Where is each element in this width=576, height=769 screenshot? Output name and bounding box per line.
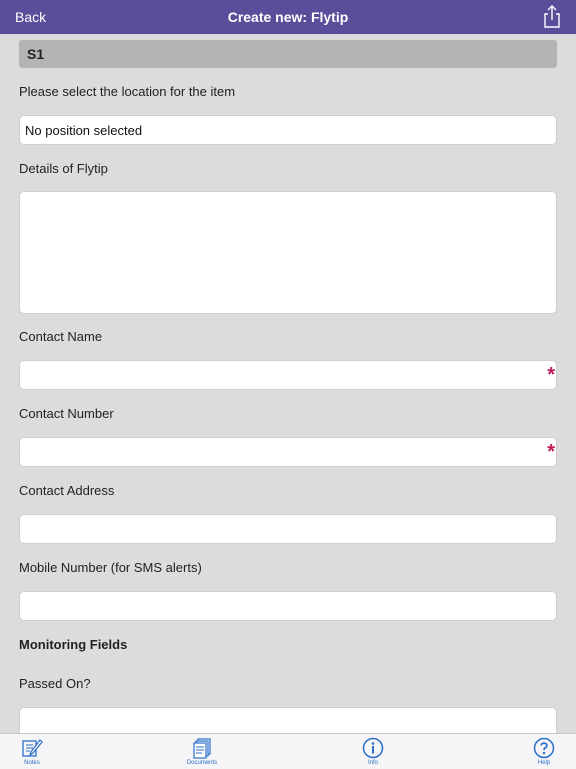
section-header: S1 <box>19 40 557 68</box>
required-icon: * <box>547 364 555 386</box>
navigation-bar: Back Create new: Flytip <box>0 0 576 34</box>
mobile-number-label: Mobile Number (for SMS alerts) <box>19 560 202 575</box>
page-title: Create new: Flytip <box>227 9 349 25</box>
tab-info[interactable]: Info <box>343 734 403 769</box>
tab-help[interactable]: Help <box>514 734 574 769</box>
notes-icon <box>2 737 62 759</box>
contact-name-label: Contact Name <box>19 329 103 344</box>
share-icon[interactable] <box>542 5 562 29</box>
help-icon <box>514 737 574 759</box>
contact-address-field[interactable] <box>19 514 557 544</box>
tab-bar: Notes Documents Info Help <box>0 733 576 769</box>
tab-notes-label: Notes <box>24 760 40 766</box>
monitoring-heading: Monitoring Fields <box>19 637 128 652</box>
tab-documents-label: Documents <box>186 760 218 766</box>
tab-documents[interactable]: Documents <box>172 734 232 769</box>
details-textarea[interactable] <box>19 191 557 314</box>
contact-number-field[interactable]: * <box>19 437 557 467</box>
location-label: Please select the location for the item <box>19 84 236 99</box>
contact-name-field[interactable]: * <box>19 360 557 390</box>
documents-icon <box>172 737 232 759</box>
location-value: No position selected <box>25 123 143 138</box>
tab-notes[interactable]: Notes <box>2 734 62 769</box>
details-label: Details of Flytip <box>19 161 108 176</box>
tab-help-label: Help <box>537 760 551 766</box>
mobile-number-field[interactable] <box>19 591 557 621</box>
contact-number-label: Contact Number <box>19 406 114 421</box>
contact-address-label: Contact Address <box>19 483 115 498</box>
passed-on-label: Passed On? <box>19 676 91 691</box>
info-icon <box>343 737 403 759</box>
location-field[interactable]: No position selected <box>19 115 557 145</box>
required-icon: * <box>547 441 555 463</box>
tab-info-label: Info <box>367 760 378 766</box>
